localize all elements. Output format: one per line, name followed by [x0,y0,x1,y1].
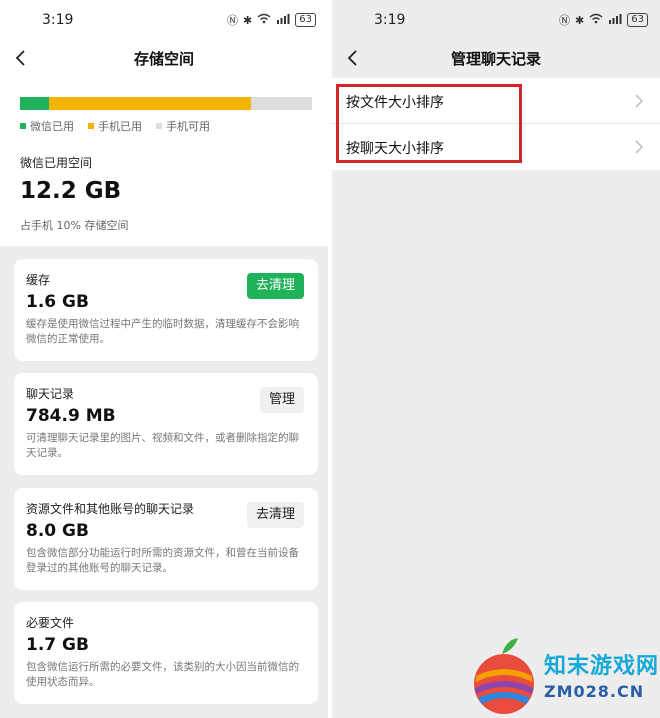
storage-space-screen: 3:19 Ⓝ ✱ 63 存储空间 微信已用 手机已用 手机可用 微信已用空间 1… [0,0,328,718]
clean-cache-button[interactable]: 去清理 [246,273,304,299]
nfc-icon: Ⓝ [227,14,239,27]
page-title: 存储空间 [133,50,194,68]
legend-wechat-used: 微信已用 [20,118,74,134]
legend-swatch [88,123,94,129]
legend-label: 手机可用 [166,120,210,133]
status-icons: Ⓝ ✱ 63 [559,12,648,28]
resource-files-card: 资源文件和其他账号的聊天记录 8.0 GB 包含微信部分功能运行时所需的资源文件… [14,488,318,590]
annotation-highlight-box [336,84,522,163]
storage-legend: 微信已用 手机已用 手机可用 [20,118,210,134]
clean-resources-button[interactable]: 去清理 [246,502,304,528]
bluetooth-icon: ✱ [243,13,253,27]
wechat-used-label: 微信已用空间 [20,156,93,170]
bluetooth-icon: ✱ [575,13,585,27]
watermark-name: 知末游戏网 [544,654,660,679]
manage-chat-history-button[interactable]: 管理 [259,387,304,413]
signal-icon [276,13,290,27]
card-title: 必要文件 [26,616,75,630]
wechat-used-segment [20,97,50,110]
storage-usage-bar [20,97,312,110]
card-description: 缓存是使用微信过程中产生的临时数据，清理缓存不会影响微信的正常使用。 [26,318,299,345]
status-time: 3:19 [374,12,406,28]
page-title: 管理聊天记录 [450,50,541,68]
card-value: 1.7 GB [26,635,89,655]
legend-label: 微信已用 [30,120,74,133]
nfc-icon: Ⓝ [559,14,571,27]
essential-files-card: 必要文件 1.7 GB 包含微信运行所需的必要文件，该类别的大小因当前微信的使用… [14,602,318,704]
legend-swatch [156,123,162,129]
wifi-icon [257,13,271,27]
wechat-used-value: 12.2 GB [20,178,122,204]
wechat-used-note: 占手机 10% 存储空间 [20,219,129,232]
watermark-domain: ZM028.CN [544,682,645,701]
battery-icon: 63 [295,13,316,27]
chevron-right-icon [635,140,644,154]
legend-label: 手机已用 [98,120,142,133]
status-bar: 3:19 Ⓝ ✱ 63 [0,0,328,40]
card-description: 可清理聊天记录里的图片、视频和文件，或者删除指定的聊天记录。 [26,432,299,459]
phone-used-segment [49,97,251,110]
signal-icon [608,13,622,27]
phone-available-segment [250,97,312,110]
cache-card: 缓存 1.6 GB 缓存是使用微信过程中产生的临时数据，清理缓存不会影响微信的正… [14,259,318,361]
legend-phone-available: 手机可用 [156,118,210,134]
legend-swatch [20,123,26,129]
legend-phone-used: 手机已用 [88,118,142,134]
chat-history-card: 聊天记录 784.9 MB 可清理聊天记录里的图片、视频和文件，或者删除指定的聊… [14,373,318,475]
nav-bar: 存储空间 [0,40,328,76]
card-description: 包含微信部分功能运行时所需的资源文件，和曾在当前设备登录过的其他账号的聊天记录。 [26,547,299,574]
chevron-right-icon [635,94,644,108]
card-description: 包含微信运行所需的必要文件，该类别的大小因当前微信的使用状态而异。 [26,661,299,688]
status-bar: 3:19 Ⓝ ✱ 63 [332,0,660,40]
battery-icon: 63 [627,13,648,27]
wifi-icon [589,13,603,27]
status-time: 3:19 [42,12,74,28]
nav-bar: 管理聊天记录 [332,40,660,76]
status-icons: Ⓝ ✱ 63 [227,12,316,28]
